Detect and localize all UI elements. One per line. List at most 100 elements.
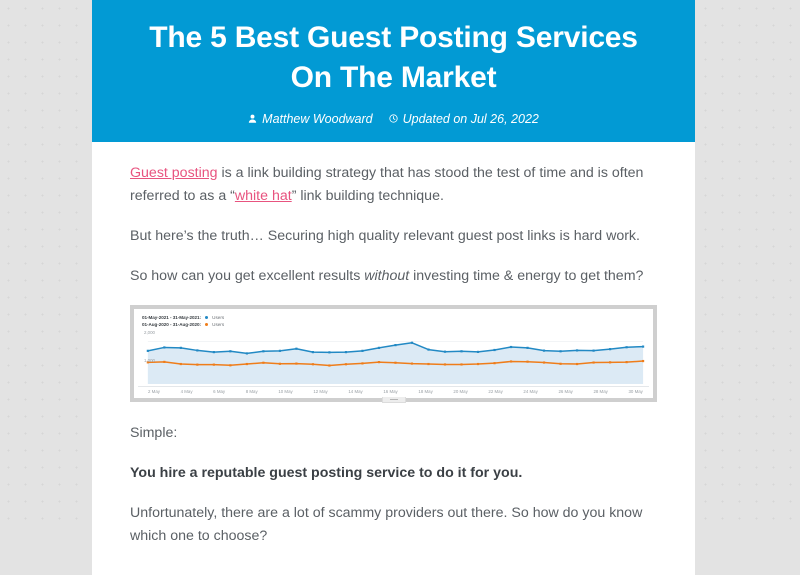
legend-range-previous: 01-Aug-2020 - 31-Aug-2020:: [142, 322, 201, 328]
chart-data-point: [394, 344, 397, 347]
x-axis-tick: 26 May: [558, 389, 573, 395]
chart-data-point: [311, 351, 315, 354]
link-guest-posting[interactable]: Guest posting: [130, 165, 218, 181]
chart-inner: 01-May-2021 - 31-May-2021: Users 01-Aug-…: [134, 308, 653, 399]
y-axis-tick-top: 2,000: [144, 330, 155, 336]
link-white-hat[interactable]: white hat: [235, 188, 292, 204]
chart-data-point: [476, 363, 480, 366]
chart-data-point: [361, 350, 364, 353]
byline: Matthew Woodward Updated on Jul 26, 2022: [118, 112, 669, 126]
chart-data-point: [443, 363, 447, 366]
x-axis-tick: 28 May: [593, 389, 608, 395]
legend-item-current[interactable]: 01-May-2021 - 31-May-2021: Users: [142, 314, 649, 321]
x-axis-tick: 8 May: [245, 389, 258, 395]
chart-data-point: [542, 361, 546, 364]
paragraph-intro-text-2: ” link building technique.: [291, 187, 444, 204]
y-axis-tick-mid: 1,000: [144, 358, 155, 364]
chart-data-point: [625, 346, 628, 349]
chart-data-point: [377, 347, 381, 350]
chart-data-point: [642, 345, 645, 348]
chart-data-point: [295, 347, 298, 351]
chart-data-point: [575, 349, 579, 352]
chart-data-point: [427, 363, 430, 366]
x-axis-tick: 10 May: [278, 389, 293, 395]
x-axis-tick: 2 May: [148, 389, 160, 395]
chart-data-point: [526, 347, 529, 350]
chart-data-point: [559, 362, 562, 366]
article-body: Guest posting is a link building strateg…: [92, 142, 695, 575]
chart-data-point: [592, 361, 595, 364]
page-title: The 5 Best Guest Posting Services On The…: [149, 21, 638, 94]
legend-dot-blue: [204, 315, 209, 319]
chart-data-point: [509, 360, 513, 363]
chart-data-point: [377, 361, 381, 364]
paragraph-hire-service: You hire a reputable guest posting servi…: [130, 465, 523, 482]
x-axis-tick: 6 May: [213, 389, 226, 395]
legend-metric-previous: Users: [212, 322, 225, 328]
paragraph-question-text-2: investing time & energy to get them?: [409, 267, 644, 284]
chart-data-point: [295, 362, 298, 365]
chart-data-point: [410, 362, 414, 365]
chart-data-point: [443, 350, 447, 354]
chart-data-point: [328, 351, 331, 354]
paragraph-truth: But here’s the truth… Securing high qual…: [130, 227, 640, 244]
paragraph-simple: Simple:: [130, 425, 178, 442]
x-axis-tick: 22 May: [488, 389, 503, 395]
byline-author: Matthew Woodward: [248, 111, 373, 126]
chart-data-point: [361, 362, 364, 365]
chart-data-point: [394, 361, 397, 365]
chart-data-point: [542, 349, 546, 353]
chart-data-point: [509, 346, 513, 349]
chart-data-point: [311, 363, 315, 366]
x-axis-tick: 4 May: [180, 389, 193, 395]
chart-data-point: [196, 349, 199, 352]
paragraph-intro: Guest posting is a link building strateg…: [130, 162, 657, 208]
chart-data-point: [493, 362, 496, 365]
updated-date: Updated on Jul 26, 2022: [402, 111, 539, 126]
author-name: Matthew Woodward: [262, 111, 373, 126]
chart-data-point: [476, 351, 480, 354]
chart-data-point: [559, 350, 562, 353]
chart-data-point: [493, 349, 496, 352]
emphasis-without: without: [364, 267, 410, 284]
chart-data-point: [344, 363, 348, 366]
legend-range-current: 01-May-2021 - 31-May-2021:: [142, 314, 201, 320]
chart-data-point: [163, 346, 166, 349]
chart-data-point: [278, 362, 281, 366]
legend-item-previous[interactable]: 01-Aug-2020 - 31-Aug-2020: Users: [142, 321, 649, 328]
analytics-chart: 01-May-2021 - 31-May-2021: Users 01-Aug-…: [130, 304, 657, 404]
chart-data-point: [609, 361, 612, 364]
legend-metric-current: Users: [212, 314, 225, 320]
chart-legend: 01-May-2021 - 31-May-2021: Users 01-Aug-…: [138, 314, 649, 329]
chart-data-point: [460, 363, 463, 366]
chart-data-point: [245, 363, 248, 366]
chart-data-point: [229, 364, 232, 367]
chart-data-point: [262, 350, 265, 353]
chart-data-point: [575, 363, 579, 366]
chart-data-point: [410, 341, 414, 345]
chart-data-point: [163, 361, 166, 364]
chart-data-point: [179, 347, 182, 350]
chart-resize-handle[interactable]: [381, 397, 406, 404]
chart-data-point: [625, 361, 628, 364]
chart-data-point: [212, 351, 215, 354]
chart-data-point: [526, 360, 529, 364]
chart-svg: [146, 341, 645, 385]
legend-dot-orange: [204, 323, 209, 327]
chart-data-point: [262, 361, 265, 365]
chart-data-point: [196, 363, 199, 367]
paragraph-scammy: Unfortunately, there are a lot of scammy…: [130, 505, 643, 545]
chart-data-point: [427, 348, 430, 351]
chart-data-point: [460, 350, 463, 353]
x-axis-tick: 16 May: [383, 389, 398, 395]
x-axis-tick: 12 May: [313, 389, 328, 395]
clock-icon: [388, 114, 398, 123]
x-axis-tick: 20 May: [453, 389, 468, 395]
chart-plot-area[interactable]: 2,000 1,000: [138, 330, 649, 386]
person-icon: [248, 114, 257, 123]
paragraph-question-text-1: So how can you get excellent results: [130, 267, 365, 284]
byline-updated: Updated on Jul 26, 2022: [388, 111, 539, 126]
x-axis-tick: 24 May: [523, 389, 538, 395]
post-header: The 5 Best Guest Posting Services On The…: [92, 0, 695, 142]
chart-data-point: [609, 348, 612, 351]
